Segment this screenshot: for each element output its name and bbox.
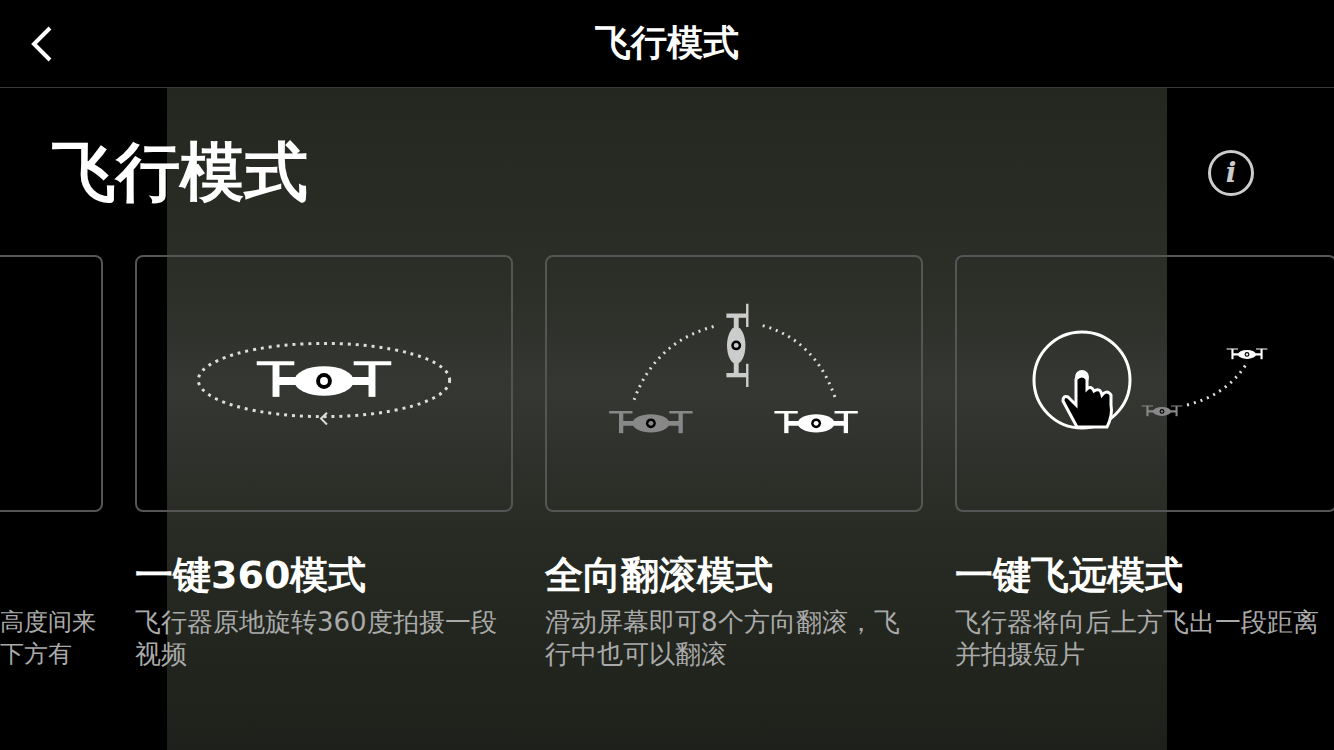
mode-carousel[interactable]: 高度间来下方有 一键360模式 飞行器原地旋转360度拍摄一段视频 全向翻滚模式… (0, 255, 1334, 670)
info-button[interactable]: i (1208, 150, 1254, 196)
launch-icon (957, 255, 1334, 512)
screen: 飞行模式 飞行模式 i 高度间来下方有 一键360模式 飞行器原地旋转360度拍… (0, 0, 1334, 750)
mode-item[interactable]: 全向翻滚模式 滑动屏幕即可8个方向翻滚，飞行中也可以翻滚 (545, 255, 923, 670)
drone-icon (609, 412, 692, 433)
mode-card[interactable] (955, 255, 1334, 512)
page-title: 飞行模式 (52, 134, 308, 211)
description-line: 下方有 (0, 638, 103, 670)
mode-title: 全向翻滚模式 (545, 552, 923, 598)
description-line: 高度间来 (0, 606, 103, 638)
mode-item[interactable]: 高度间来下方有 (0, 255, 103, 670)
top-bar: 飞行模式 (0, 0, 1334, 88)
top-bar-title: 飞行模式 (595, 19, 739, 68)
tap-hand-icon (1063, 370, 1112, 427)
mode-card[interactable] (0, 255, 103, 512)
content: 飞行模式 i 高度间来下方有 一键360模式 飞行器原地旋转360度拍摄一段视频… (0, 88, 1334, 750)
orbit-icon (137, 255, 511, 512)
back-button[interactable] (28, 24, 58, 67)
mode-title: 一键360模式 (135, 552, 513, 598)
drone-icon (1142, 406, 1183, 416)
mode-description: 滑动屏幕即可8个方向翻滚，飞行中也可以翻滚 (545, 606, 923, 670)
mode-item[interactable]: 一键360模式 飞行器原地旋转360度拍摄一段视频 (135, 255, 513, 670)
drone-icon (257, 363, 392, 397)
mode-description: 飞行器将向后上方飞出一段距离并拍摄短片 (955, 606, 1334, 670)
mode-card[interactable] (135, 255, 513, 512)
mode-card[interactable] (545, 255, 923, 512)
flip-icon (547, 255, 921, 512)
drone-icon (726, 304, 747, 387)
mode-title: 一键飞远模式 (955, 552, 1334, 598)
mode-description: 高度间来下方有 (0, 606, 103, 670)
mode-description: 飞行器原地旋转360度拍摄一段视频 (135, 606, 513, 670)
drone-icon (1227, 349, 1268, 359)
mode-item[interactable]: 一键飞远模式 飞行器将向后上方飞出一段距离并拍摄短片 (955, 255, 1334, 670)
drone-icon (774, 412, 857, 433)
back-arrow-icon (28, 24, 58, 64)
title-row: 飞行模式 i (0, 88, 1334, 211)
